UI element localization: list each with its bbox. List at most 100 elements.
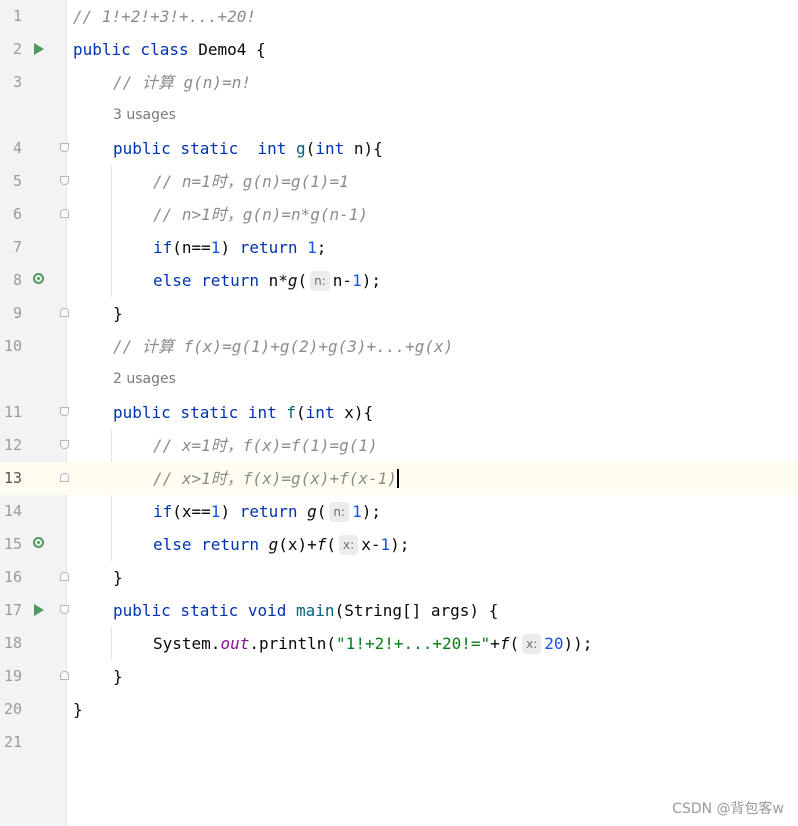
line-number: 7 xyxy=(12,238,22,256)
else-statement: else return n*g(n: n-1); xyxy=(153,264,381,297)
keyword: if xyxy=(153,502,173,521)
code-line-2[interactable]: 2 public class Demo4 { xyxy=(0,33,798,66)
paren: ); xyxy=(361,502,381,521)
paren: ( xyxy=(509,634,520,653)
run-triangle-icon[interactable] xyxy=(34,604,44,616)
fold-marker-icon[interactable] xyxy=(60,440,69,449)
comment: // n=1时，g(n)=g(1)=1 xyxy=(153,172,349,191)
usages-inlay-row: 3 usages xyxy=(0,99,798,132)
comment: // 计算 f(x)=g(1)+g(2)+g(3)+...+g(x) xyxy=(113,337,454,356)
comment-with-caret: // x>1时，f(x)=g(x)+f(x-1) xyxy=(153,462,399,495)
usages-hint[interactable]: 2 usages xyxy=(113,363,176,396)
line-number: 8 xyxy=(12,271,22,289)
expr: .println( xyxy=(249,634,337,653)
number: 1 xyxy=(380,535,391,554)
text-caret xyxy=(396,469,399,488)
fold-marker-icon[interactable] xyxy=(60,473,69,482)
code-line-7[interactable]: 7 if(n==1) return 1; xyxy=(0,231,798,264)
method-call: f xyxy=(499,634,510,653)
closing-brace: } xyxy=(113,568,123,587)
number: 1 xyxy=(307,238,317,257)
line-number: 15 xyxy=(3,535,22,553)
main-method-declaration: public static void main(String[] args) { xyxy=(113,594,498,627)
method-call: g xyxy=(268,535,279,554)
parameter-hint: x: xyxy=(339,535,359,555)
method-call: g xyxy=(307,502,317,521)
line-number: 14 xyxy=(3,502,22,520)
number: 1 xyxy=(352,271,362,290)
number: 1 xyxy=(352,502,362,521)
parameter-hint: n: xyxy=(310,271,330,291)
keyword: int xyxy=(315,139,345,158)
code-line-10[interactable]: 10 // 计算 f(x)=g(1)+g(2)+g(3)+...+g(x) xyxy=(0,330,798,363)
fold-marker-icon[interactable] xyxy=(60,308,69,317)
line-number: 4 xyxy=(12,139,22,157)
keyword: public static int xyxy=(113,403,287,422)
run-triangle-icon[interactable] xyxy=(34,43,44,55)
fold-marker-icon[interactable] xyxy=(60,143,69,152)
fold-marker-icon[interactable] xyxy=(60,605,69,614)
code-line-19[interactable]: 19 } xyxy=(0,660,798,693)
method-declaration-f: public static int f(int x){ xyxy=(113,396,373,429)
number: 20 xyxy=(544,634,564,653)
recursive-call-icon[interactable] xyxy=(33,273,44,284)
keyword: if xyxy=(153,238,173,257)
paren: ( xyxy=(316,502,327,521)
code-line-21[interactable]: 21 xyxy=(0,726,798,759)
code-line-1[interactable]: 1 // 1!+2!+3!+...+20! xyxy=(0,0,798,33)
code-line-3[interactable]: 3 // 计算 g(n)=n! xyxy=(0,66,798,99)
params: (String[] args) { xyxy=(334,601,499,620)
expr: (n== xyxy=(172,238,211,257)
parameter-hint: n: xyxy=(329,502,350,522)
if-statement: if(x==1) return g(n: 1); xyxy=(153,495,381,528)
line-number: 13 xyxy=(3,469,22,487)
comment: // n>1时，g(n)=n*g(n-1) xyxy=(153,205,369,224)
fold-marker-icon[interactable] xyxy=(60,209,69,218)
line-number: 1 xyxy=(12,7,22,25)
paren: ( xyxy=(326,535,337,554)
code-line-12[interactable]: 12 // x=1时，f(x)=f(1)=g(1) xyxy=(0,429,798,462)
line-number: 9 xyxy=(12,304,22,322)
paren: ( xyxy=(297,271,308,290)
comment: // x=1时，f(x)=f(1)=g(1) xyxy=(153,436,378,455)
code-line-15[interactable]: 15 else return g(x)+f(x: x-1); xyxy=(0,528,798,561)
expr: ) xyxy=(220,238,240,257)
code-line-9[interactable]: 9 } xyxy=(0,297,798,330)
params: n){ xyxy=(344,139,383,158)
line-number: 16 xyxy=(3,568,22,586)
code-line-13-current[interactable]: 13 // x>1时，f(x)=g(x)+f(x-1) xyxy=(0,462,798,495)
expr: System. xyxy=(153,634,221,653)
closing-brace: } xyxy=(113,667,123,686)
static-field: out xyxy=(220,634,250,653)
fold-marker-icon[interactable] xyxy=(60,407,69,416)
code-line-8[interactable]: 8 else return n*g(n: n-1); xyxy=(0,264,798,297)
paren: ); xyxy=(390,535,410,554)
line-number: 21 xyxy=(3,733,22,751)
expr: (x)+ xyxy=(278,535,317,554)
code-line-17[interactable]: 17 public static void main(String[] args… xyxy=(0,594,798,627)
code-line-4[interactable]: 4 public static int g(int n){ xyxy=(0,132,798,165)
code-line-20[interactable]: 20 } xyxy=(0,693,798,726)
recursive-call-icon[interactable] xyxy=(33,537,44,548)
code-line-18[interactable]: 18 System.out.println("1!+2!+...+20!="+f… xyxy=(0,627,798,660)
code-line-14[interactable]: 14 if(x==1) return g(n: 1); xyxy=(0,495,798,528)
keyword: else return xyxy=(153,271,269,290)
fold-marker-icon[interactable] xyxy=(60,572,69,581)
params: x){ xyxy=(334,403,374,422)
line-number: 18 xyxy=(3,634,22,652)
fold-marker-icon[interactable] xyxy=(60,671,69,680)
line-number: 2 xyxy=(12,40,22,58)
code-line-6[interactable]: 6 // n>1时，g(n)=n*g(n-1) xyxy=(0,198,798,231)
code-line-5[interactable]: 5 // n=1时，g(n)=g(1)=1 xyxy=(0,165,798,198)
number: 1 xyxy=(210,502,221,521)
fold-marker-icon[interactable] xyxy=(60,176,69,185)
comment: // 计算 g(n)=n! xyxy=(113,73,251,92)
code-line-16[interactable]: 16 } xyxy=(0,561,798,594)
expr: n* xyxy=(268,271,288,290)
code-line-11[interactable]: 11 public static int f(int x){ xyxy=(0,396,798,429)
expr: n- xyxy=(332,271,353,290)
line-number: 6 xyxy=(12,205,22,223)
keyword: return xyxy=(239,238,308,257)
usages-hint[interactable]: 3 usages xyxy=(113,99,176,132)
keyword: return xyxy=(239,502,308,521)
